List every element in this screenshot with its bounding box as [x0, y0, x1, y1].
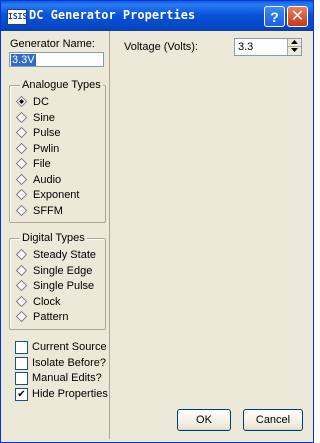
radio-indicator-icon: [16, 173, 27, 185]
radio-label: Single Pulse: [33, 280, 95, 292]
radio-indicator-icon: [16, 204, 27, 216]
left-panel: Generator Name: 3.3V Analogue Types DC Si…: [4, 31, 110, 439]
radio-indicator-icon: [16, 96, 27, 107]
isis-app-icon: ISIS: [7, 9, 27, 25]
checkbox-label: Hide Properties: [32, 387, 108, 400]
close-icon: ✕: [290, 8, 305, 25]
radio-label: Pattern: [33, 311, 69, 323]
radio-label: File: [33, 158, 51, 170]
right-panel: Voltage (Volts): 3.3 OK Cancel: [114, 31, 308, 439]
question-icon: ?: [270, 9, 279, 25]
radio-label: Pwlin: [33, 142, 60, 155]
dc-generator-properties-dialog: ISIS DC Generator Properties ? ✕ Generat…: [0, 0, 314, 443]
analogue-types-group: Analogue Types DC Sine Pulse Pwlin File Audio…: [9, 79, 106, 223]
generator-name-value: 3.3V: [11, 54, 36, 66]
checkmark-icon[interactable]: ✔: [15, 387, 28, 401]
checkbox-label: Isolate Before?: [32, 356, 106, 369]
cancel-button[interactable]: Cancel: [243, 409, 303, 431]
radio-label: Exponent: [33, 189, 80, 201]
spin-down-button[interactable]: [287, 47, 301, 55]
checkbox-label: Current Source: [32, 341, 107, 353]
help-button[interactable]: ?: [264, 6, 285, 27]
generator-name-input[interactable]: 3.3V: [9, 52, 104, 67]
ok-button[interactable]: OK: [177, 409, 231, 431]
analogue-types-title: Analogue Types: [20, 79, 103, 91]
radio-label: Pulse: [33, 127, 61, 139]
voltage-value: 3.3: [238, 41, 254, 53]
digital-types-group: Digital Types Steady State Single Edge Sin…: [9, 232, 106, 330]
title-bar[interactable]: ISIS DC Generator Properties ? ✕: [1, 1, 313, 31]
ok-label: OK: [196, 414, 212, 426]
voltage-label: Voltage (Volts):: [124, 41, 198, 53]
radio-indicator-icon: [16, 189, 27, 200]
arrow-down-icon: [291, 48, 298, 52]
checkbox-label: Manual Edits?: [32, 372, 102, 384]
radio-indicator-icon: [16, 111, 27, 123]
radio-indicator-icon: [16, 127, 27, 138]
dialog-body: Generator Name: 3.3V Analogue Types DC Si…: [4, 31, 310, 439]
radio-label: Clock: [33, 295, 61, 308]
radio-label: SFFM: [33, 204, 63, 217]
radio-indicator-icon: [16, 249, 27, 260]
cancel-label: Cancel: [255, 414, 291, 426]
radio-indicator-icon: [16, 264, 27, 276]
radio-indicator-icon: [16, 311, 27, 322]
digital-types-title: Digital Types: [20, 232, 87, 244]
radio-indicator-icon: [16, 295, 27, 307]
radio-indicator-icon: [16, 280, 27, 291]
radio-label: Steady State: [33, 249, 96, 261]
voltage-spinbox[interactable]: 3.3: [234, 38, 302, 56]
radio-label: Single Edge: [33, 264, 93, 277]
checkbox-box[interactable]: [15, 372, 28, 385]
radio-indicator-icon: [16, 142, 27, 154]
radio-label: DC: [33, 96, 49, 108]
arrow-up-icon: [291, 40, 298, 44]
radio-label: Audio: [33, 173, 62, 186]
window-title: DC Generator Properties: [29, 8, 196, 22]
checkbox-box[interactable]: [15, 356, 28, 370]
radio-indicator-icon: [16, 158, 27, 169]
radio-label: Sine: [33, 111, 56, 124]
checkbox-box[interactable]: [15, 341, 28, 354]
spin-up-button[interactable]: [287, 39, 301, 47]
close-button[interactable]: ✕: [287, 6, 308, 27]
generator-name-label: Generator Name:: [10, 38, 95, 50]
